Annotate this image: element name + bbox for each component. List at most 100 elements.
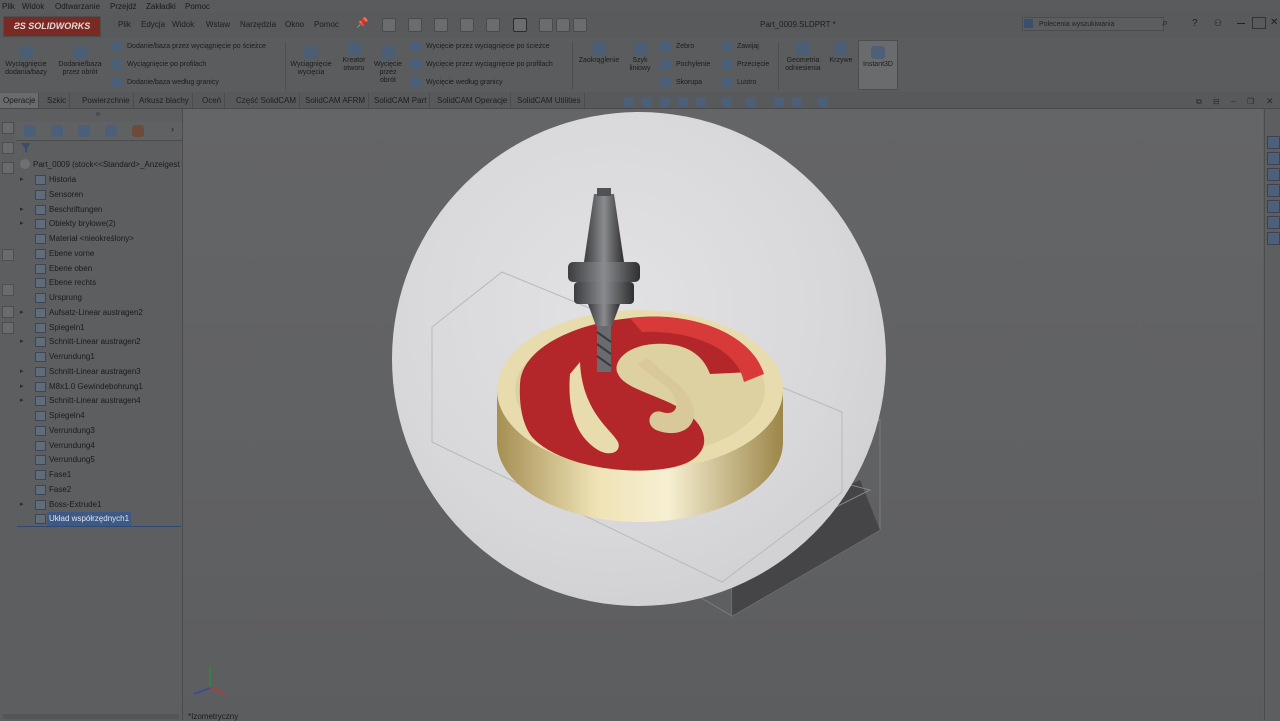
tree-item[interactable]: Sensoren <box>0 188 180 202</box>
tree-item[interactable]: ▸ Historia <box>0 173 180 187</box>
tree-item[interactable]: Ursprung <box>0 291 180 305</box>
print-icon[interactable] <box>460 18 474 32</box>
tab-sketch[interactable]: Szkic <box>44 93 71 108</box>
help-icon[interactable]: ? <box>1192 18 1198 29</box>
rollback-bar[interactable] <box>17 526 181 527</box>
doc-minimize-icon[interactable]: – <box>1231 97 1235 106</box>
tab-evaluate[interactable]: Oceń <box>199 93 226 108</box>
tile-window-icon[interactable]: ⧉ <box>1196 97 1202 107</box>
tree-item[interactable]: Fase1 <box>0 468 180 482</box>
display-settings-icon[interactable] <box>818 97 828 107</box>
doc-restore-icon[interactable]: ❐ <box>1247 97 1254 106</box>
menu-go[interactable]: Przejdź <box>110 2 137 11</box>
curves-button[interactable]: Krzywe <box>828 42 854 65</box>
draft-button[interactable]: Pochylenie <box>660 59 710 71</box>
tree-item[interactable]: ▸ Aufsatz-Linear austragen2 <box>0 306 180 320</box>
swept-boss-button[interactable]: Dodanie/baza przez wyciągnięcie po ścież… <box>111 41 266 53</box>
tree-item[interactable]: ▸ Obiekty bryłowe(2) <box>0 217 180 231</box>
hole-wizard-button[interactable]: Kreator otworu <box>338 42 370 73</box>
dimxpert-tab-icon[interactable] <box>105 125 117 137</box>
expand-arrow-icon[interactable]: ▸ <box>20 365 24 379</box>
close-icon[interactable]: ✕ <box>1270 17 1278 28</box>
boundary-boss-button[interactable]: Dodanie/baza według granicy <box>111 77 219 89</box>
sw-menu-insert[interactable]: Wstaw <box>206 20 230 29</box>
swept-cut-button[interactable]: Wycięcie przez wyciągnięcie po ścieżce <box>410 41 550 53</box>
tree-item[interactable]: Ebene oben <box>0 262 180 276</box>
tree-item[interactable]: Fase2 <box>0 483 180 497</box>
menu-playback[interactable]: Odtwarzanie <box>55 2 100 11</box>
menu-file[interactable]: Plik <box>2 2 15 11</box>
search-icon[interactable]: ⌕ <box>1162 17 1168 30</box>
command-search-input[interactable]: Polecenia wyszukiwania <box>1022 17 1164 31</box>
options-gear-icon[interactable] <box>573 18 587 32</box>
user-icon[interactable]: ⚇ <box>1214 18 1222 29</box>
solidworks-logo[interactable]: ƧS SOLIDWORKS <box>3 16 101 37</box>
tree-item[interactable]: ▸ Beschriftungen <box>0 203 180 217</box>
previous-view-icon[interactable] <box>660 97 670 107</box>
rib-button[interactable]: Żebro <box>660 41 694 53</box>
strip-tool-icon[interactable] <box>2 142 14 154</box>
section-view-icon[interactable] <box>678 97 688 107</box>
tab-surfaces[interactable]: Powierzchnie <box>79 93 134 108</box>
shell-button[interactable]: Skorupa <box>660 77 702 89</box>
minimize-button[interactable] <box>1234 17 1248 29</box>
sw-menu-help[interactable]: Pomoc <box>314 20 339 29</box>
appearances-icon[interactable] <box>1267 200 1280 213</box>
expand-arrow-icon[interactable]: ▸ <box>20 498 24 512</box>
tree-item[interactable]: ▸ Schnitt-Linear austragen3 <box>0 365 180 379</box>
tree-item[interactable]: Verrundung5 <box>0 453 180 467</box>
solidcam-pane-icon[interactable] <box>1267 232 1280 245</box>
tab-features[interactable]: Operacje <box>0 93 40 108</box>
tree-item[interactable]: Ebene vorne <box>0 247 180 261</box>
tree-item[interactable]: Spiegeln4 <box>0 409 180 423</box>
sw-menu-tools[interactable]: Narzędzia <box>240 20 276 29</box>
open-document-icon[interactable] <box>408 18 422 32</box>
tab-solidcam-operations[interactable]: SolidCAM Operacje <box>434 93 512 108</box>
design-library-icon[interactable] <box>1267 152 1280 165</box>
expand-arrow-icon[interactable]: ▸ <box>20 306 24 320</box>
tree-item[interactable]: Verrundung4 <box>0 439 180 453</box>
file-explorer-icon[interactable] <box>1267 168 1280 181</box>
restore-button[interactable] <box>1252 17 1266 29</box>
hide-show-items-icon[interactable] <box>774 97 784 107</box>
tree-item[interactable]: Ebene rechts <box>0 276 180 290</box>
tree-item[interactable]: Verrundung1 <box>0 350 180 364</box>
select-pointer-icon[interactable] <box>513 18 527 32</box>
view-palette-icon[interactable] <box>1267 184 1280 197</box>
revolve-boss-button[interactable]: Dodanie/baza przez obrót <box>55 46 105 77</box>
panel-grip-icon[interactable] <box>96 112 100 116</box>
undo-icon[interactable] <box>486 18 500 32</box>
tree-item[interactable]: ▸ Boss-Extrude1 <box>0 498 180 512</box>
tab-solidcam-utilities[interactable]: SolidCAM Utilities <box>514 93 585 108</box>
fillet-button[interactable]: Zaokrąglenie <box>574 42 624 65</box>
sw-menu-edit[interactable]: Edycja <box>141 20 165 29</box>
menu-view[interactable]: Widok <box>22 2 44 11</box>
tree-item[interactable]: Materiał <nieokreślony> <box>0 232 180 246</box>
linear-pattern-button[interactable]: Szyk liniowy <box>626 42 654 73</box>
lofted-cut-button[interactable]: Wycięcie przez wyciągnięcie po profilach <box>410 59 553 71</box>
menu-bookmarks[interactable]: Zakładki <box>146 2 176 11</box>
tree-item[interactable]: ▸ M8x1.0 Gewindebohrung1 <box>0 380 180 394</box>
revolved-cut-button[interactable]: Wycięcie przez obrót <box>372 46 404 85</box>
strip-tool-icon[interactable] <box>2 122 14 134</box>
expand-arrow-icon[interactable]: ▸ <box>20 380 24 394</box>
view-split-icon[interactable]: ⊟ <box>1213 97 1220 106</box>
tree-item[interactable]: Verrundung3 <box>0 424 180 438</box>
expand-arrow-icon[interactable]: ▸ <box>20 203 24 217</box>
tab-solidcam-afrm[interactable]: SolidCAM AFRM <box>302 93 370 108</box>
tab-sheet-metal[interactable]: Arkusz blachy <box>136 93 193 108</box>
feature-manager-tab-icon[interactable] <box>24 125 36 137</box>
lofted-boss-button[interactable]: Wyciągnięcie po profilach <box>111 59 206 71</box>
mirror-button[interactable]: Lustro <box>721 77 756 89</box>
tree-item[interactable]: Spiegeln1 <box>0 321 180 335</box>
configuration-manager-tab-icon[interactable] <box>78 125 90 137</box>
tab-solidcam-part[interactable]: SolidCAM Part <box>371 93 431 108</box>
filter-icon[interactable] <box>21 143 31 153</box>
chevron-right-icon[interactable]: › <box>171 124 174 134</box>
rebuild-icon[interactable] <box>539 18 553 32</box>
expand-arrow-icon[interactable]: ▸ <box>20 394 24 408</box>
sw-menu-window[interactable]: Okno <box>285 20 304 29</box>
file-properties-icon[interactable] <box>556 18 570 32</box>
edit-appearance-icon[interactable] <box>792 97 802 107</box>
save-icon[interactable] <box>434 18 448 32</box>
